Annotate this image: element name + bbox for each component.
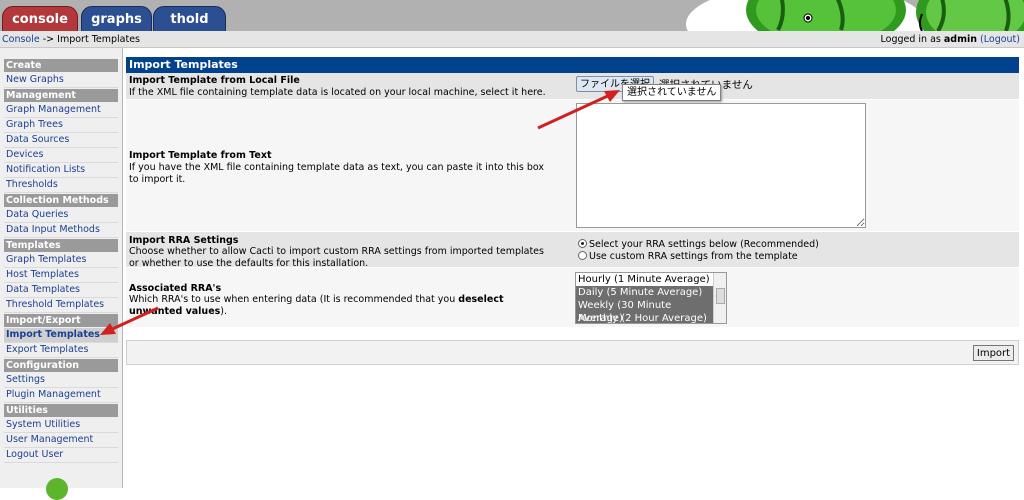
cactus-mini-icon: [46, 478, 68, 500]
associated-rra-desc-prefix: Which RRA's to use when entering data (I…: [129, 294, 459, 305]
sidebar-item-graph-management[interactable]: Graph Management: [4, 103, 118, 118]
sidebar-item-graph-templates[interactable]: Graph Templates: [4, 253, 118, 268]
sidebar-header-utilities: Utilities: [4, 404, 118, 417]
sidebar-item-plugin-management[interactable]: Plugin Management: [4, 388, 118, 403]
login-prefix: Logged in as: [880, 34, 944, 45]
file-tooltip: 選択されていません: [622, 84, 722, 101]
rra-option-hourly[interactable]: Hourly (1 Minute Average): [576, 273, 716, 286]
rra-option-weekly[interactable]: Weekly (30 Minute Average): [576, 299, 716, 323]
rra-option-daily[interactable]: Daily (5 Minute Average): [576, 286, 716, 299]
sidebar-item-devices[interactable]: Devices: [4, 148, 118, 163]
breadcrumb-current: Import Templates: [57, 34, 141, 45]
import-bar: Import: [126, 340, 1019, 365]
tab-graphs[interactable]: graphs: [81, 6, 152, 31]
sidebar-header-configuration: Configuration: [4, 359, 118, 372]
rra-settings-row: Import RRA Settings Choose whether to al…: [126, 232, 1019, 269]
associated-rra-title: Associated RRA's: [129, 283, 222, 294]
rra-radio-custom[interactable]: Use custom RRA settings from the templat…: [578, 251, 798, 262]
sidebar-item-graph-trees[interactable]: Graph Trees: [4, 118, 118, 133]
text-import-title: Import Template from Text: [129, 150, 272, 161]
top-banner: console graphs thold: [0, 0, 1024, 31]
cactus-logo: [686, 0, 1024, 31]
rra-multiselect[interactable]: Hourly (1 Minute Average) Daily (5 Minut…: [575, 272, 727, 324]
login-user: admin: [943, 34, 978, 45]
rra-scroll-thumb[interactable]: [716, 288, 725, 304]
associated-rra-desc: Which RRA's to use when entering data (I…: [129, 294, 549, 318]
sidebar-item-data-sources[interactable]: Data Sources: [4, 133, 118, 148]
rra-radio-recommended-label: Select your RRA settings below (Recommen…: [589, 239, 819, 250]
annotation-arrow-sidebar: [100, 306, 159, 335]
sidebar-item-new-graphs[interactable]: New Graphs: [4, 73, 118, 88]
sidebar-item-settings[interactable]: Settings: [4, 373, 118, 388]
annotation-arrow-file: [537, 90, 620, 130]
breadcrumb-bar: Console -> Import Templates Logged in as…: [0, 31, 1024, 48]
login-status: Logged in as admin (Logout): [881, 34, 1021, 45]
sidebar-item-data-input-methods[interactable]: Data Input Methods: [4, 223, 118, 238]
sidebar-header-create: Create: [4, 59, 118, 72]
sidebar-header-management: Management: [4, 89, 118, 102]
radio-unselected-icon[interactable]: [578, 251, 587, 260]
rra-scrollbar[interactable]: [713, 273, 726, 323]
logout-link[interactable]: (Logout): [980, 34, 1020, 45]
import-button[interactable]: Import: [973, 345, 1014, 361]
rra-settings-title: Import RRA Settings: [129, 235, 239, 246]
tab-thold[interactable]: thold: [153, 6, 226, 31]
sidebar-item-system-utilities[interactable]: System Utilities: [4, 418, 118, 433]
sidebar: Create New Graphs Management Graph Manag…: [0, 48, 123, 488]
sidebar-item-notification-lists[interactable]: Notification Lists: [4, 163, 118, 178]
breadcrumb-console-link[interactable]: Console: [2, 34, 40, 45]
breadcrumb-separator: ->: [39, 34, 58, 45]
file-import-desc: If the XML file containing template data…: [129, 87, 546, 98]
tab-console[interactable]: console: [2, 6, 78, 31]
sidebar-item-data-queries[interactable]: Data Queries: [4, 208, 118, 223]
text-import-desc: If you have the XML file containing temp…: [129, 162, 545, 185]
associated-rra-row: Associated RRA's Which RRA's to use when…: [126, 268, 1019, 328]
sidebar-header-collection-methods: Collection Methods: [4, 194, 118, 207]
file-import-title: Import Template from Local File: [129, 75, 300, 86]
sidebar-item-logout-user[interactable]: Logout User: [4, 448, 118, 463]
rra-radio-custom-label: Use custom RRA settings from the templat…: [589, 251, 798, 262]
breadcrumb: Console -> Import Templates: [2, 34, 140, 45]
rra-settings-desc: Choose whether to allow Cacti to import …: [129, 246, 544, 269]
rra-option-monthly[interactable]: Monthly (2 Hour Average): [576, 312, 716, 323]
sidebar-item-user-management[interactable]: User Management: [4, 433, 118, 448]
sidebar-item-thresholds[interactable]: Thresholds: [4, 178, 118, 193]
sidebar-item-data-templates[interactable]: Data Templates: [4, 283, 118, 298]
sidebar-item-host-templates[interactable]: Host Templates: [4, 268, 118, 283]
sidebar-header-templates: Templates: [4, 239, 118, 252]
radio-selected-icon[interactable]: [578, 239, 587, 248]
rra-radio-recommended[interactable]: Select your RRA settings below (Recommen…: [578, 239, 819, 250]
associated-rra-desc-suffix: ).: [220, 306, 228, 317]
sidebar-item-export-templates[interactable]: Export Templates: [4, 343, 118, 358]
page-title: Import Templates: [126, 57, 1019, 73]
